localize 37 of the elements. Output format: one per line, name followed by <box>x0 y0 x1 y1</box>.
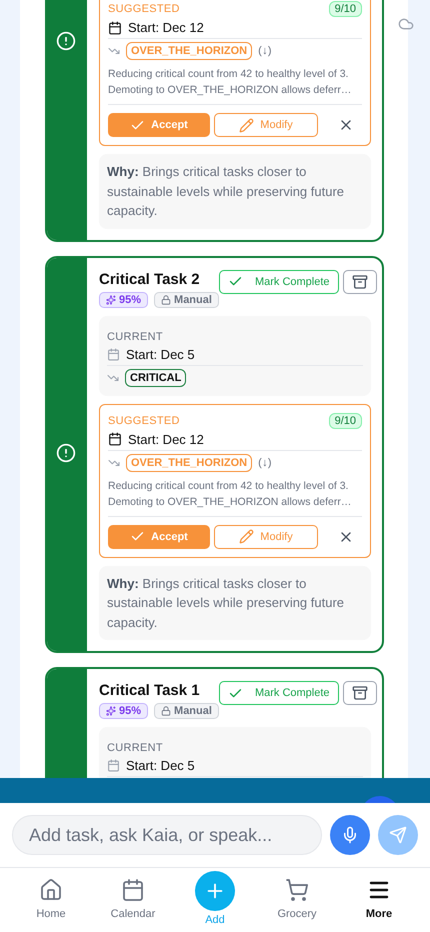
suggested-label: SUGGESTED <box>108 414 180 428</box>
accept-button[interactable]: Accept <box>108 524 210 548</box>
confidence-badge: 95% <box>99 292 148 308</box>
input-field[interactable]: Add task, ask Kaia, or speak... <box>12 815 322 855</box>
priority-tag: OVER_THE_HORIZON <box>126 42 252 60</box>
start-date: Start: Dec 12 <box>128 432 204 446</box>
why-text: Why: Brings critical tasks closer to sustainable levels while preserving future capacity. <box>99 566 371 640</box>
priority-tag: OVER_THE_HORIZON <box>126 454 252 472</box>
modify-button[interactable]: Modify <box>214 524 318 548</box>
nav-tab[interactable]: Calendar <box>98 868 168 932</box>
modify-button[interactable]: Modify <box>214 113 318 137</box>
manual-badge: Manual <box>154 703 219 719</box>
nav-tab[interactable]: Home <box>16 868 86 932</box>
nav-tab[interactable]: Grocery <box>262 868 332 932</box>
accept-button[interactable]: Accept <box>108 113 210 137</box>
nav-tab[interactable]: More <box>344 868 414 932</box>
task-title: Critical Task 2 <box>99 270 201 290</box>
score-badge: 9/10 <box>328 412 362 428</box>
why-text: Why: Brings critical tasks closer to sustainable levels while preserving future capacity. <box>99 154 371 228</box>
reason-text: Reducing critical count from 42 to healthy level of 3. Demoting to OVER_THE_HORIZON allows deferr… <box>108 474 362 516</box>
suggested-label: SUGGESTED <box>108 2 180 16</box>
add-button[interactable]: Add <box>180 868 250 932</box>
current-label: CURRENT <box>107 741 164 755</box>
manual-badge: Manual <box>154 292 219 308</box>
start-date: Start: Dec 12 <box>128 20 204 35</box>
confidence-badge: 95% <box>99 703 148 719</box>
reason-text: Reducing critical count from 42 to healthy level of 3. Demoting to OVER_THE_HORIZON allows deferr… <box>108 63 362 105</box>
task-title: Critical Task 1 <box>99 681 201 701</box>
priority-tag: CRITICAL <box>125 368 186 386</box>
start-date: Start: Dec 5 <box>126 346 195 362</box>
start-date: Start: Dec 5 <box>126 758 195 773</box>
mark-complete-button[interactable]: Mark Complete <box>218 681 339 705</box>
direction-label: (↓) <box>258 44 272 58</box>
mark-complete-button[interactable]: Mark Complete <box>218 270 339 294</box>
current-label: CURRENT <box>107 330 164 344</box>
score-badge: 9/10 <box>328 1 362 17</box>
direction-label: (↓) <box>258 456 272 470</box>
